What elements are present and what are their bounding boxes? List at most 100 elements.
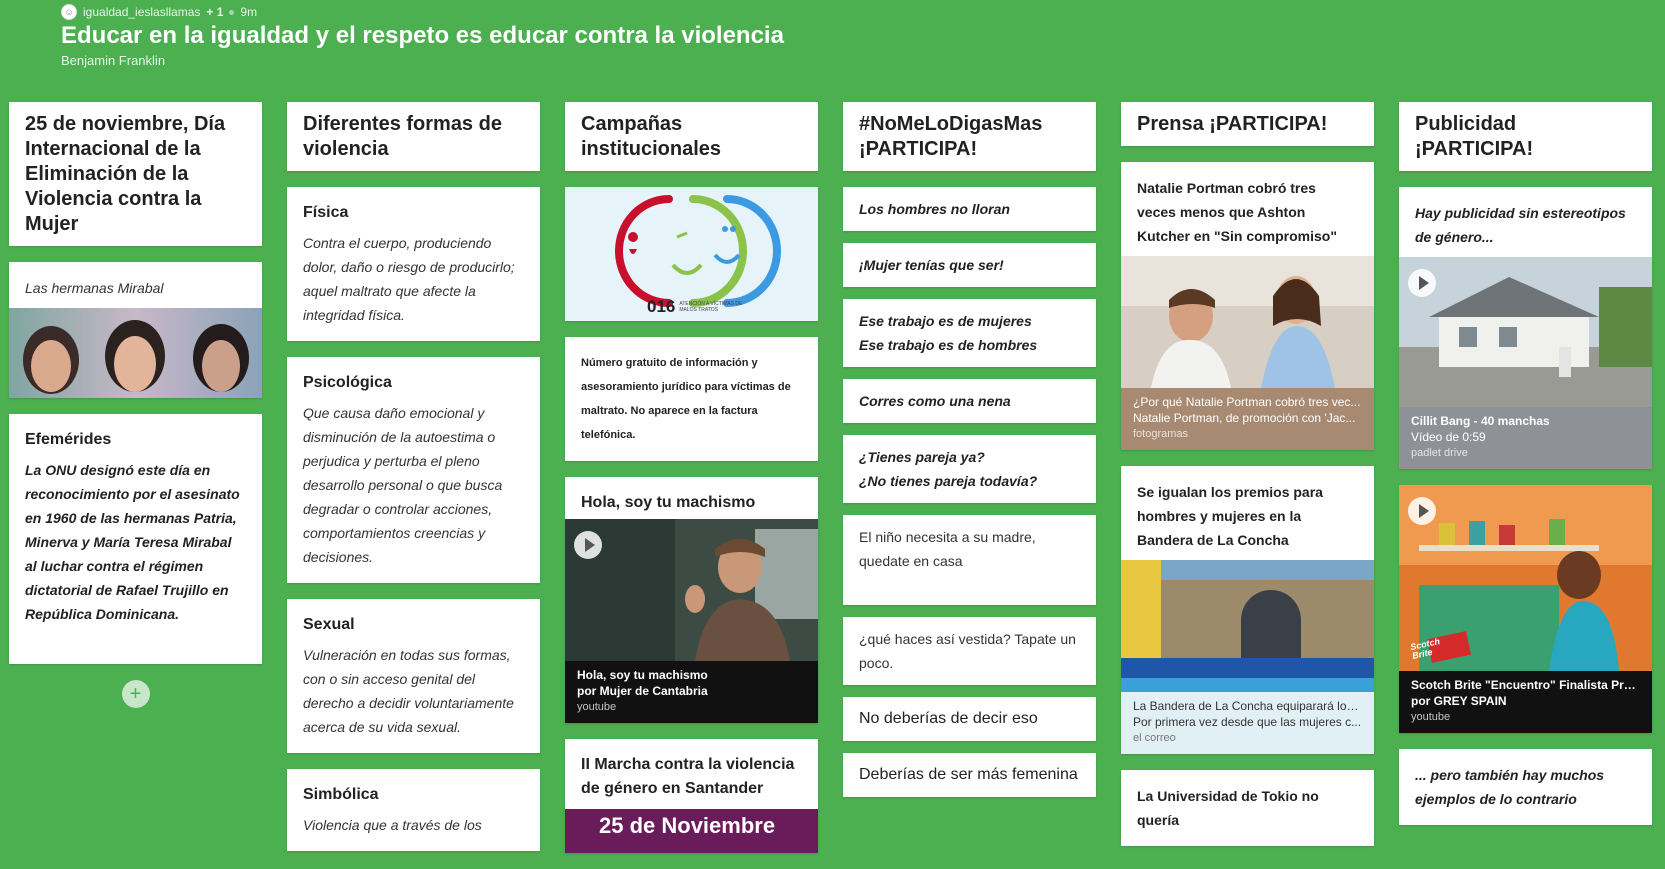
post-title: Natalie Portman cobró tres veces menos q… [1137,180,1337,244]
post-simbolica[interactable]: Simbólica Violencia que a través de los [287,769,540,851]
post-marcha-santander[interactable]: II Marcha contra la violencia de género … [565,739,818,853]
post-title: ... pero también hay muchos ejemplos de … [1415,767,1605,807]
article-image[interactable] [1121,256,1374,388]
post-body: Número gratuito de información y asesora… [581,357,791,441]
column-prensa: Prensa ¡PARTICIPA! Natalie Portman cobró… [1121,102,1374,862]
add-post-button[interactable]: + [121,680,150,708]
video-thumbnail[interactable] [1399,257,1652,407]
column-campanas: Campañas institucionales 016 ATENCIÓN A … [565,102,818,869]
column-title: 25 de noviembre, Día Internacional de la… [25,113,226,235]
attachment-author: por Mujer de Cantabria [577,684,708,698]
post-title: II Marcha contra la violencia de género … [581,756,795,797]
attachment-source: el correo [1133,732,1176,744]
mirabal-sisters-photo[interactable] [9,308,262,398]
post-body: Violencia que a través de los [303,817,482,833]
video-thumbnail[interactable] [565,519,818,661]
phrase-text: ¿qué haces así vestida? Tapate un poco. [859,631,1076,671]
collaborators-count[interactable]: + 1 [206,5,223,19]
video-attachment-info[interactable]: Cillit Bang - 40 manchas Vídeo de 0:59 p… [1399,407,1652,469]
post-016-info[interactable]: Número gratuito de información y asesora… [565,337,818,461]
post-scotch-brite[interactable]: Scotch Brite Scotch Brite "Encuentro" Fi… [1399,485,1652,733]
post-body: Las hermanas Mirabal [25,280,164,296]
post-title: La Universidad de Tokio no quería [1137,788,1319,828]
article-attachment-info[interactable]: ¿Por qué Natalie Portman cobró tres vec.… [1121,388,1374,450]
video-attachment-info[interactable]: Scotch Brite "Encuentro" Finalista Premi… [1399,671,1652,733]
post-efemerides[interactable]: Efemérides La ONU designó este día en re… [9,414,262,664]
post-title: Física [303,204,349,221]
attachment-title: ¿Por qué Natalie Portman cobró tres vec.… [1133,395,1361,409]
video-attachment-info[interactable]: Hola, soy tu machismo por Mujer de Canta… [565,661,818,723]
post-phrase[interactable]: Ese trabajo es de mujeres Ese trabajo es… [843,299,1096,367]
attachment-source: youtube [577,701,617,713]
post-title: Hola, soy tu machismo [581,494,756,511]
post-publicidad-sin-estereotipos[interactable]: Hay publicidad sin estereotipos de géner… [1399,187,1652,469]
column-header[interactable]: 25 de noviembre, Día Internacional de la… [9,102,262,246]
post-natalie-portman[interactable]: Natalie Portman cobró tres veces menos q… [1121,162,1374,450]
attachment-title: La Bandera de La Concha equiparará los..… [1133,699,1362,713]
attachment-title: Scotch Brite "Encuentro" Finalista Premi… [1411,678,1640,692]
post-title: Sexual [303,616,355,633]
play-icon[interactable] [1408,269,1436,297]
column-nomelodigasmas: #NoMeLoDigasMas ¡PARTICIPA! Los hombres … [843,102,1096,809]
article-image[interactable] [1121,560,1374,692]
play-icon[interactable] [1408,497,1436,525]
attachment-duration: Vídeo de 0:59 [1411,430,1486,444]
post-phrase[interactable]: Deberías de ser más femenina [843,753,1096,797]
phrase-text: ¿Tienes pareja ya? [859,449,985,465]
column-header[interactable]: #NoMeLoDigasMas ¡PARTICIPA! [843,102,1096,171]
post-phrase[interactable]: Los hombres no lloran [843,187,1096,231]
column-title: #NoMeLoDigasMas ¡PARTICIPA! [859,113,1043,160]
post-phrase[interactable]: Corres como una nena [843,379,1096,423]
phrase-text: No deberías de decir eso [859,710,1038,727]
column-title: Prensa ¡PARTICIPA! [1137,113,1328,135]
post-hermanas-mirabal[interactable]: Las hermanas Mirabal [9,262,262,398]
phrase-text-line2: ¿No tienes pareja todavía? [859,473,1038,489]
post-psicologica[interactable]: Psicológica Que causa daño emocional y d… [287,357,540,583]
post-phrase[interactable]: ¿Tienes pareja ya? ¿No tienes pareja tod… [843,435,1096,503]
play-icon[interactable] [574,531,602,559]
post-title: Se igualan los premios para hombres y mu… [1137,484,1323,548]
author-name[interactable]: igualdad_ieslasllamas [83,5,200,19]
video-thumbnail[interactable]: Scotch Brite [1399,485,1652,671]
post-title: Efemérides [25,431,112,448]
post-phrase[interactable]: No deberías de decir eso [843,697,1096,741]
post-universidad-tokio[interactable]: La Universidad de Tokio no quería [1121,770,1374,846]
avatar[interactable]: ☺ [61,4,77,20]
phrase-text-line2: Ese trabajo es de hombres [859,337,1038,353]
column-publicidad: Publicidad ¡PARTICIPA! Hay publicidad si… [1399,102,1652,841]
marcha-banner: 25 de Noviembre [565,809,818,853]
phrase-text: Ese trabajo es de mujeres [859,313,1032,329]
post-hola-machismo[interactable]: Hola, soy tu machismo Hola, soy tu machi… [565,477,818,723]
attachment-title: Cillit Bang - 40 manchas [1411,414,1550,428]
post-phrase[interactable]: ¡Mujer tenías que ser! [843,243,1096,287]
attachment-source: youtube [1411,711,1451,723]
column-title: Publicidad ¡PARTICIPA! [1415,113,1534,160]
column-header[interactable]: Diferentes formas de violencia [287,102,540,171]
phrase-text: Deberías de ser más femenina [859,766,1078,783]
post-bandera-concha[interactable]: Se igualan los premios para hombres y mu… [1121,466,1374,754]
post-body: Contra el cuerpo, produciendo dolor, dañ… [303,235,515,323]
post-body: La ONU designó este día en reconocimient… [25,462,240,622]
016-logo-image[interactable]: 016 ATENCIÓN A VÍCTIMAS DE MALOS TRATOS [565,187,818,321]
article-attachment-info[interactable]: La Bandera de La Concha equiparará los..… [1121,692,1374,754]
attachment-source: padlet drive [1411,447,1468,459]
phrase-text: ¡Mujer tenías que ser! [859,257,1004,273]
attachment-source: fotogramas [1133,428,1189,440]
post-ejemplos-contrario[interactable]: ... pero también hay muchos ejemplos de … [1399,749,1652,825]
column-header[interactable]: Publicidad ¡PARTICIPA! [1399,102,1652,171]
column-header[interactable]: Campañas institucionales [565,102,818,171]
post-title: Psicológica [303,374,392,391]
attachment-author: por GREY SPAIN [1411,694,1507,708]
post-phrase[interactable]: El niño necesita a su madre, quedate en … [843,515,1096,605]
post-016-logo[interactable]: 016 ATENCIÓN A VÍCTIMAS DE MALOS TRATOS [565,187,818,321]
phrase-text: El niño necesita a su madre, quedate en … [859,529,1036,569]
column-title: Diferentes formas de violencia [303,113,502,160]
post-sexual[interactable]: Sexual Vulneración en todas sus formas, … [287,599,540,753]
attachment-summary: Por primera vez desde que las mujeres c.… [1133,715,1362,729]
column-title: Campañas institucionales [581,113,722,160]
post-phrase[interactable]: ¿qué haces así vestida? Tapate un poco. [843,617,1096,685]
016-number: 016 [647,297,676,316]
page-title: Educar en la igualdad y el respeto es ed… [61,22,784,49]
post-fisica[interactable]: Física Contra el cuerpo, produciendo dol… [287,187,540,341]
column-header[interactable]: Prensa ¡PARTICIPA! [1121,102,1374,146]
